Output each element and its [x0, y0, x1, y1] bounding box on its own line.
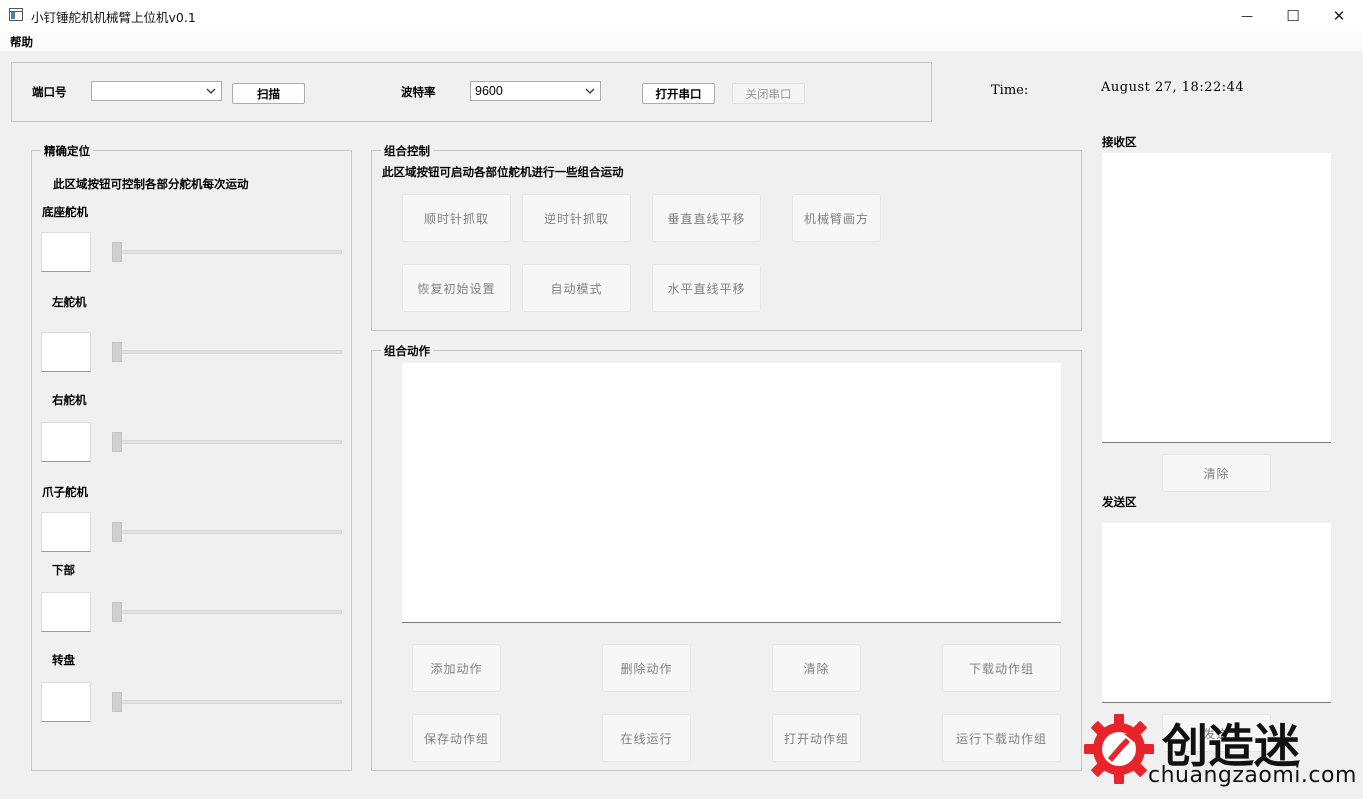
servo-slider[interactable]	[112, 250, 342, 254]
maximize-icon: ☐	[1286, 6, 1300, 25]
close-window-button[interactable]: ✕	[1316, 0, 1362, 31]
app-icon	[9, 8, 23, 21]
servo-label: 底座舵机	[42, 205, 88, 219]
servo-label: 左舵机	[52, 295, 87, 309]
window-title: 小钉锤舵机机械臂上位机v0.1	[31, 10, 196, 25]
menu-help[interactable]: 帮助	[10, 34, 33, 50]
open-action-group-button[interactable]: 打开动作组	[772, 714, 861, 762]
auto-mode-button[interactable]: 自动模式	[522, 264, 631, 312]
servo-value-input[interactable]	[41, 682, 91, 722]
time-label: Time:	[991, 83, 1029, 98]
open-port-button[interactable]: 打开串口	[642, 83, 715, 104]
arm-draw-square-button[interactable]: 机械臂画方	[792, 194, 881, 242]
horizontal-line-move-button[interactable]: 水平直线平移	[652, 264, 761, 312]
servo-slider[interactable]	[112, 350, 342, 354]
close-port-button[interactable]: 关闭串口	[732, 83, 805, 104]
precise-description: 此区域按钮可控制各部分舵机每次运动	[53, 177, 249, 191]
port-select[interactable]	[91, 81, 222, 101]
run-online-button[interactable]: 在线运行	[602, 714, 691, 762]
combo-action-title: 组合动作	[381, 343, 433, 359]
baud-select[interactable]: 9600	[470, 81, 601, 101]
chevron-down-icon	[585, 88, 595, 94]
port-label: 端口号	[32, 85, 67, 99]
servo-slider-handle[interactable]	[112, 342, 122, 362]
receive-area-title: 接收区	[1102, 135, 1137, 149]
servo-value-input[interactable]	[41, 422, 91, 462]
baud-select-value: 9600	[475, 84, 503, 98]
combo-control-description: 此区域按钮可启动各部位舵机进行一些组合运动	[382, 165, 624, 179]
menu-bar	[0, 31, 1363, 51]
servo-value-input[interactable]	[41, 512, 91, 552]
servo-slider[interactable]	[112, 440, 342, 444]
clear-actions-button[interactable]: 清除	[772, 644, 861, 692]
servo-value-input[interactable]	[41, 592, 91, 632]
combo-control-title: 组合控制	[381, 143, 433, 159]
servo-slider[interactable]	[112, 530, 342, 534]
minimize-button[interactable]: —	[1224, 0, 1270, 31]
scan-button[interactable]: 扫描	[232, 83, 305, 104]
receive-textarea[interactable]	[1102, 153, 1331, 443]
send-textarea[interactable]	[1102, 523, 1331, 703]
servo-label: 爪子舵机	[42, 485, 88, 499]
time-value: August 27, 18:22:44	[1101, 80, 1245, 95]
download-action-group-button[interactable]: 下载动作组	[942, 644, 1061, 692]
servo-slider-handle[interactable]	[112, 432, 122, 452]
counterclockwise-grab-button[interactable]: 逆时针抓取	[522, 194, 631, 242]
vertical-line-move-button[interactable]: 垂直直线平移	[652, 194, 761, 242]
save-action-group-button[interactable]: 保存动作组	[412, 714, 501, 762]
servo-slider-handle[interactable]	[112, 602, 122, 622]
clockwise-grab-button[interactable]: 顺时针抓取	[402, 194, 511, 242]
servo-slider-handle[interactable]	[112, 522, 122, 542]
servo-slider-handle[interactable]	[112, 692, 122, 712]
servo-slider[interactable]	[112, 610, 342, 614]
servo-slider-handle[interactable]	[112, 242, 122, 262]
precise-positioning-title: 精确定位	[41, 143, 93, 159]
servo-value-input[interactable]	[41, 232, 91, 272]
title-bar	[0, 0, 1363, 31]
send-area-title: 发送区	[1102, 495, 1137, 509]
maximize-button[interactable]: ☐	[1270, 0, 1316, 31]
receive-clear-button[interactable]: 清除	[1162, 454, 1271, 492]
run-downloaded-group-button[interactable]: 运行下载动作组	[942, 714, 1061, 762]
servo-label: 下部	[52, 563, 75, 577]
servo-label: 转盘	[52, 653, 75, 667]
servo-label: 右舵机	[52, 393, 87, 407]
minimize-icon: —	[1241, 8, 1253, 23]
close-icon: ✕	[1332, 6, 1346, 25]
servo-value-input[interactable]	[41, 332, 91, 372]
delete-action-button[interactable]: 删除动作	[602, 644, 691, 692]
add-action-button[interactable]: 添加动作	[412, 644, 501, 692]
watermark-gear-logo	[1084, 714, 1154, 784]
chevron-down-icon	[206, 88, 216, 94]
servo-slider[interactable]	[112, 700, 342, 704]
baud-label: 波特率	[401, 85, 436, 99]
action-list[interactable]	[402, 363, 1061, 623]
reset-settings-button[interactable]: 恢复初始设置	[402, 264, 511, 312]
watermark-url: chuangzaomi.com	[1148, 763, 1357, 788]
